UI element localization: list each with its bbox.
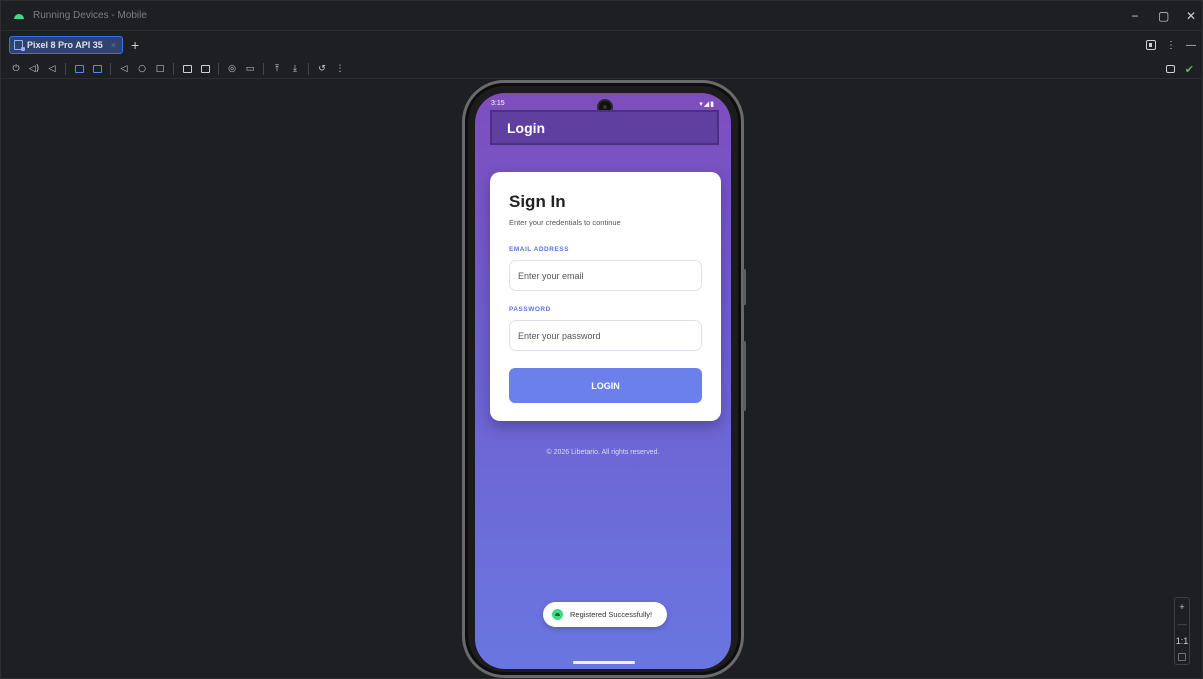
zoom-in-button[interactable]: + bbox=[1179, 602, 1184, 612]
toolbar-divider bbox=[173, 62, 174, 75]
email-label: EMAIL ADDRESS bbox=[509, 246, 569, 253]
close-button[interactable]: ✕ bbox=[1186, 9, 1196, 23]
device-toolbar: ⏻ ◁) ◁ ◁ ○ □ ◎ ▭ ⤒ ⤓ ↺ ⋮ ✔ bbox=[1, 59, 1202, 79]
email-field[interactable]: Enter your email bbox=[509, 260, 702, 291]
more-options-icon[interactable]: ⋮ bbox=[1166, 40, 1176, 51]
tab-close-icon[interactable]: × bbox=[111, 40, 116, 50]
restore-button[interactable]: ▢ bbox=[1158, 9, 1169, 23]
fold-icon[interactable] bbox=[200, 63, 210, 75]
pull-icon[interactable]: ⤓ bbox=[290, 63, 300, 75]
gesture-nav-handle[interactable] bbox=[573, 661, 635, 664]
screenshot-icon[interactable]: ◎ bbox=[227, 63, 237, 75]
toolbar-divider bbox=[263, 62, 264, 75]
toast-message: Registered Successfully! bbox=[543, 602, 667, 627]
toast-text: Registered Successfully! bbox=[570, 610, 653, 619]
hide-panel-icon[interactable]: — bbox=[1186, 40, 1196, 51]
actual-size-button[interactable]: 1:1 bbox=[1176, 636, 1189, 646]
rotate-right-icon[interactable] bbox=[92, 63, 102, 75]
android-app-icon bbox=[552, 609, 563, 620]
device-icon bbox=[14, 40, 25, 51]
phone-frame: 3:15 ▾◢▮ Login Sign In Enter your creden… bbox=[462, 80, 746, 678]
add-device-button[interactable]: + bbox=[131, 37, 139, 53]
window-title: Running Devices - Mobile bbox=[33, 10, 147, 21]
password-field[interactable]: Enter your password bbox=[509, 320, 702, 351]
status-icons: ▾◢▮ bbox=[699, 101, 715, 108]
volume-up-icon[interactable]: ◁) bbox=[29, 63, 39, 75]
zoom-controls: + — 1:1 bbox=[1174, 597, 1190, 665]
android-icon bbox=[13, 12, 25, 20]
reset-icon[interactable]: ↺ bbox=[317, 63, 327, 75]
volume-down-icon[interactable]: ◁ bbox=[47, 63, 57, 75]
tab-label: Pixel 8 Pro API 35 bbox=[27, 40, 103, 50]
rotate-left-icon[interactable] bbox=[74, 63, 84, 75]
copyright-footer: © 2026 Libetario. All rights reserved. bbox=[546, 449, 660, 456]
toolbar-right: ✔ bbox=[1165, 59, 1194, 79]
app-bar: Login bbox=[490, 110, 719, 145]
toolbar-divider bbox=[110, 62, 111, 75]
ide-window: Running Devices - Mobile − ▢ ✕ Pixel 8 P… bbox=[0, 0, 1203, 679]
power-side-button bbox=[743, 269, 746, 305]
title-bar: Running Devices - Mobile − ▢ ✕ bbox=[1, 1, 1202, 31]
tabbar-actions: ⋮ — bbox=[1146, 32, 1196, 58]
toolbar-divider bbox=[308, 62, 309, 75]
toolbar-divider bbox=[65, 62, 66, 75]
snapshot-icon[interactable] bbox=[182, 63, 192, 75]
device-tab-bar: Pixel 8 Pro API 35 × + ⋮ — bbox=[1, 32, 1202, 58]
tab-pixel-8-pro[interactable]: Pixel 8 Pro API 35 × bbox=[9, 36, 123, 54]
layout-icon[interactable] bbox=[1146, 40, 1156, 50]
power-icon[interactable]: ⏻ bbox=[11, 63, 21, 75]
back-icon[interactable]: ◁ bbox=[119, 63, 129, 75]
window-controls: − ▢ ✕ bbox=[1130, 1, 1196, 31]
sign-in-title: Sign In bbox=[509, 192, 566, 211]
check-icon: ✔ bbox=[1184, 63, 1194, 76]
login-card: Sign In Enter your credentials to contin… bbox=[490, 172, 721, 421]
sign-in-subtitle: Enter your credentials to continue bbox=[509, 218, 621, 227]
phone-screen: 3:15 ▾◢▮ Login Sign In Enter your creden… bbox=[475, 93, 731, 669]
push-icon[interactable]: ⤒ bbox=[272, 63, 282, 75]
device-mirror-icon[interactable] bbox=[1165, 65, 1175, 73]
zoom-out-button[interactable]: — bbox=[1178, 619, 1187, 629]
password-label: PASSWORD bbox=[509, 306, 551, 313]
login-button[interactable]: LOGIN bbox=[509, 368, 702, 403]
minimize-button[interactable]: − bbox=[1130, 9, 1140, 23]
toolbar-divider bbox=[218, 62, 219, 75]
status-time: 3:15 bbox=[491, 100, 505, 107]
more-icon[interactable]: ⋮ bbox=[335, 63, 345, 75]
app-bar-title: Login bbox=[507, 119, 546, 136]
fit-screen-icon[interactable] bbox=[1178, 652, 1186, 661]
screen-record-icon[interactable]: ▭ bbox=[245, 63, 255, 75]
overview-icon[interactable]: □ bbox=[155, 63, 165, 75]
home-icon[interactable]: ○ bbox=[137, 63, 147, 75]
volume-side-button bbox=[743, 341, 746, 411]
